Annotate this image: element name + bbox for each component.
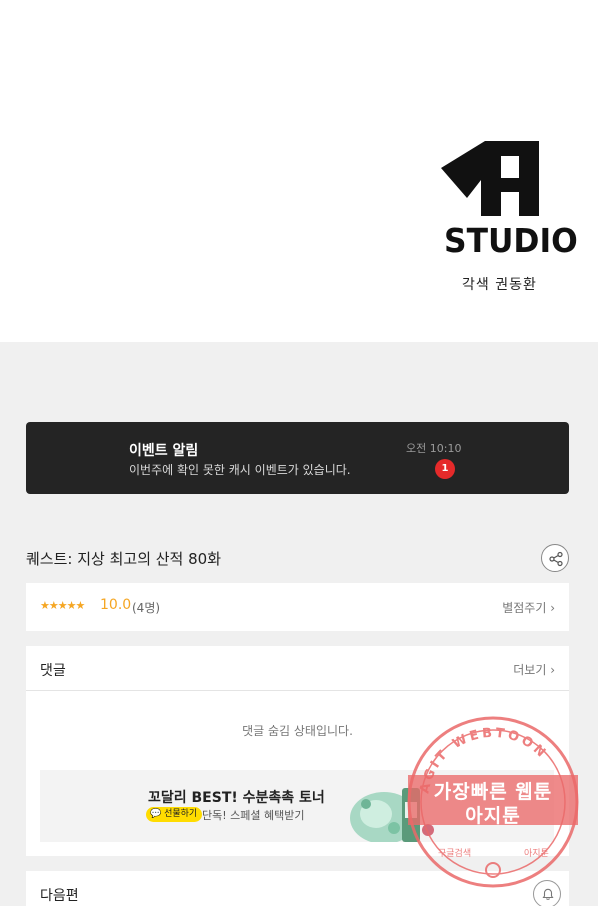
watermark-line2: 아지툰 — [465, 805, 521, 827]
adaptation-credit: 각색 권동환 — [462, 277, 537, 293]
next-episode-title: 다음편 — [40, 888, 79, 904]
comments-title: 댓글 — [40, 663, 66, 679]
hero-section: STUDIO 각색 권동환 — [0, 0, 598, 342]
event-title: 이벤트 알림 — [129, 443, 199, 459]
episode-title: 퀘스트: 지상 최고의 산적 80화 — [26, 550, 222, 568]
rate-button[interactable]: 별점주기 › — [502, 599, 555, 616]
rating-score: 10.0 — [100, 597, 132, 613]
comments-header: 댓글 더보기 › — [26, 646, 569, 691]
ad-gift-tag: 💬 선물하기 — [146, 807, 203, 822]
rating-card: ★★★★★ 10.0 (4명) 별점주기 › — [26, 583, 569, 631]
ad-subtitle: 단독! 스페셜 혜택받기 — [202, 809, 305, 822]
event-notification[interactable]: 이벤트 알림 이번주에 확인 못한 캐시 이벤트가 있습니다. 오전 10:10… — [26, 422, 569, 494]
watermark-banner: 가장빠른 웹툰 아지툰 — [408, 775, 578, 827]
watermark-bottom-left: 구글검색 — [438, 847, 471, 859]
share-button[interactable] — [541, 544, 569, 572]
share-icon — [549, 551, 563, 567]
ad-title: 꼬달리 BEST! 수분촉촉 토너 — [148, 790, 325, 806]
watermark-line1: 가장빠른 웹툰 — [433, 781, 553, 803]
star-rating-icon: ★★★★★ — [40, 599, 85, 612]
event-time: 오전 10:10 — [406, 442, 462, 455]
event-description: 이번주에 확인 못한 캐시 이벤트가 있습니다. — [129, 463, 351, 477]
event-count-badge: 1 — [435, 459, 455, 479]
watermark-bottom-right: 아지툰 — [524, 848, 549, 859]
comments-more-link[interactable]: 더보기 › — [513, 661, 555, 678]
rating-count: (4명) — [132, 601, 161, 615]
studio-logo-text: STUDIO — [444, 221, 578, 260]
